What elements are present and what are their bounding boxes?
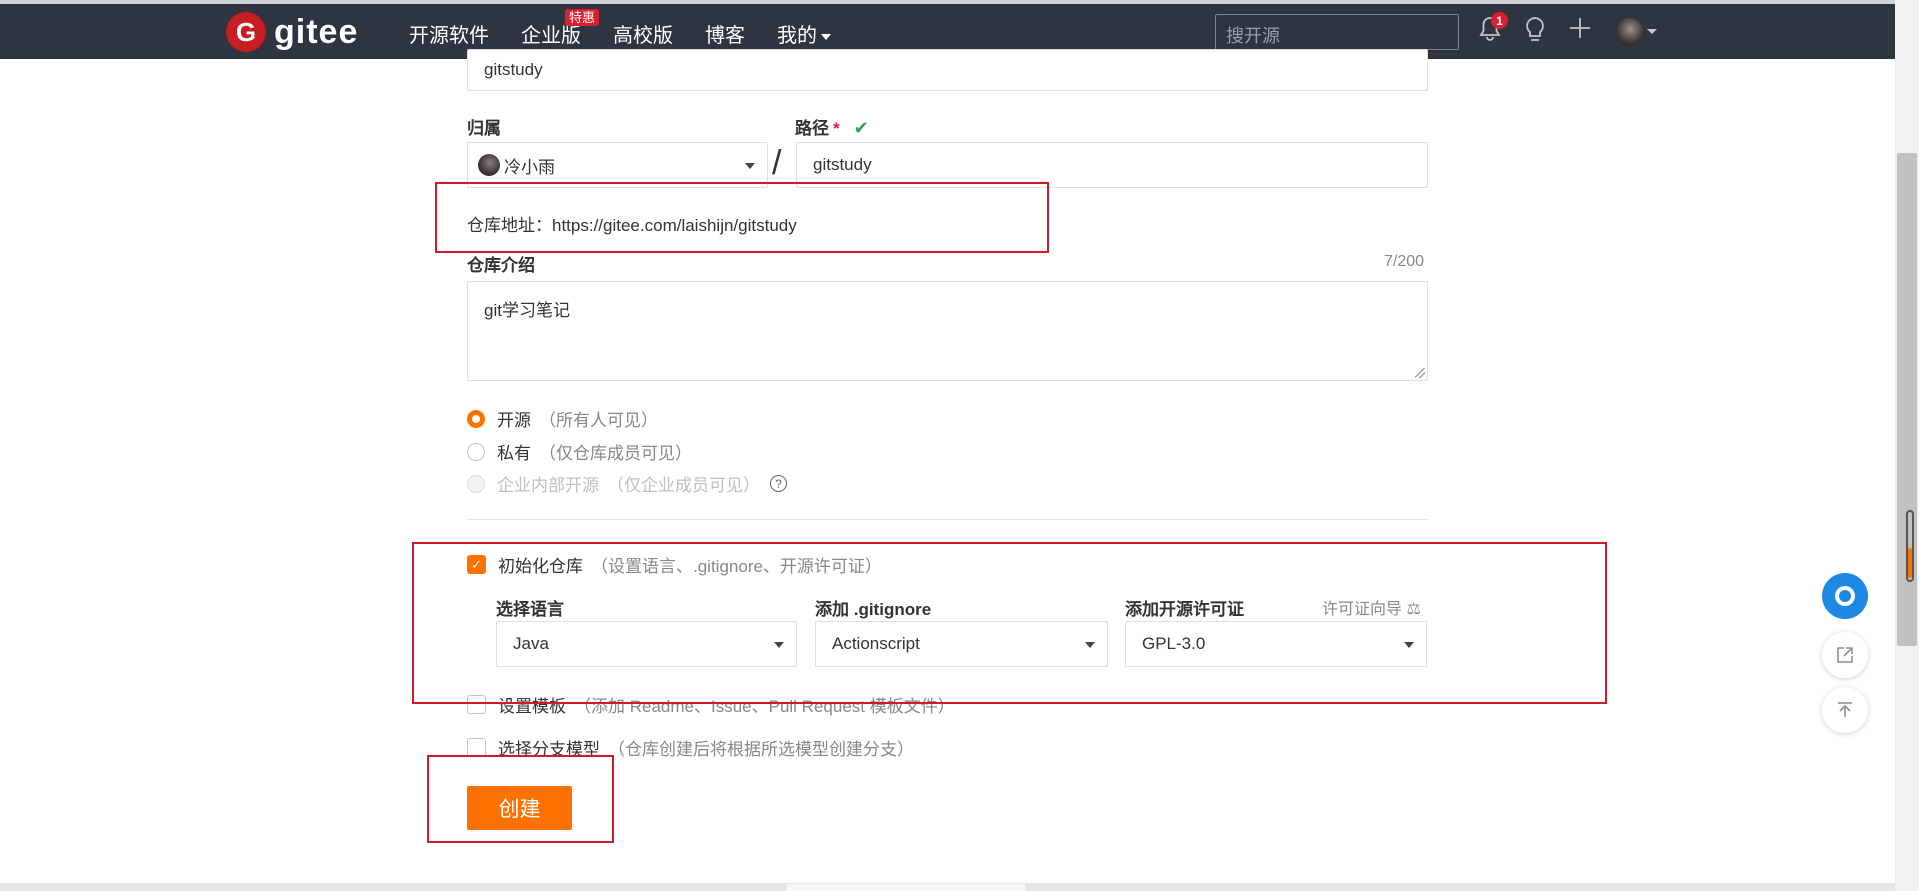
description-char-counter: 7/200 <box>1384 253 1425 270</box>
share-icon[interactable] <box>1822 632 1868 678</box>
notification-count-badge: 1 <box>1491 12 1508 29</box>
nav-item-enterprise[interactable]: 企业版 特惠 <box>521 9 600 48</box>
radio-button-disabled <box>467 474 485 493</box>
radio-button-selected[interactable] <box>467 409 485 428</box>
branch-model-checkbox-row[interactable]: 选择分支模型 （仓库创建后将根据所选模型创建分支） <box>467 735 914 760</box>
repo-url-text: 仓库地址：https://gitee.com/laishijn/gitstudy <box>467 216 797 235</box>
resize-handle[interactable] <box>1415 368 1425 378</box>
radio-private-label: 私有 <box>497 444 531 463</box>
gitignore-select-value: Actionscript <box>832 634 920 653</box>
create-button[interactable]: 创建 <box>467 786 572 830</box>
user-avatar[interactable] <box>1615 18 1643 46</box>
path-label-row: 路径 * ✔ <box>795 114 869 139</box>
radio-open-source-hint: （所有人可见） <box>539 411 658 430</box>
gitee-logo-icon: G <box>226 12 266 52</box>
owner-select[interactable]: 冷小雨 <box>467 142 768 188</box>
nav-item-education[interactable]: 高校版 <box>613 19 673 48</box>
nav-item-enterprise-label: 企业版 <box>521 25 581 47</box>
language-select[interactable]: Java <box>496 621 797 667</box>
nav-item-open-source[interactable]: 开源软件 <box>409 19 489 48</box>
radio-enterprise-internal: 企业内部开源 （仅企业成员可见） ? <box>467 471 787 496</box>
owner-avatar <box>478 154 500 176</box>
scroll-position-indicator <box>1908 548 1912 578</box>
chevron-down-icon[interactable] <box>1647 29 1657 34</box>
path-input[interactable]: gitstudy <box>796 142 1428 188</box>
checkbox-checked[interactable]: ✓ <box>467 555 486 574</box>
language-label: 选择语言 <box>496 600 564 619</box>
description-label: 仓库介绍 <box>467 256 535 275</box>
radio-open-source-label: 开源 <box>497 411 531 430</box>
chat-support-icon[interactable] <box>1822 573 1868 619</box>
lightbulb-icon[interactable] <box>1524 16 1546 51</box>
nav-item-mine-label: 我的 <box>777 25 817 47</box>
radio-private-hint: （仅仓库成员可见） <box>539 444 692 463</box>
path-label: 路径 <box>795 119 829 138</box>
init-repo-checkbox-row[interactable]: ✓ 初始化仓库 （设置语言、.gitignore、开源许可证） <box>467 552 882 577</box>
chevron-down-icon <box>1404 642 1414 648</box>
search-input[interactable]: 搜开源 <box>1215 14 1459 50</box>
template-checkbox-row[interactable]: 设置模板 （添加 Readme、Issue、Pull Request 模板文件） <box>467 692 955 717</box>
branch-model-hint: （仓库创建后将根据所选模型创建分支） <box>608 740 914 759</box>
owner-select-value: 冷小雨 <box>504 157 555 177</box>
license-select-value: GPL-3.0 <box>1142 634 1206 653</box>
radio-private[interactable]: 私有 （仅仓库成员可见） <box>467 439 692 464</box>
language-select-value: Java <box>513 634 549 653</box>
gitee-logo[interactable]: G gitee <box>226 12 358 52</box>
gitee-logo-text: gitee <box>274 12 359 51</box>
license-label: 添加开源许可证 <box>1125 600 1244 619</box>
section-divider <box>467 519 1428 520</box>
gitignore-label: 添加 .gitignore <box>815 600 932 619</box>
chevron-down-icon <box>1085 642 1095 648</box>
radio-open-source[interactable]: 开源 （所有人可见） <box>467 406 658 431</box>
check-icon: ✔ <box>853 118 869 138</box>
back-to-top-icon[interactable] <box>1822 687 1868 733</box>
window-top-edge <box>0 0 1895 4</box>
radio-button[interactable] <box>467 442 485 461</box>
chevron-down-icon <box>774 642 784 648</box>
nav-item-blog[interactable]: 博客 <box>705 19 745 48</box>
template-label: 设置模板 <box>498 697 566 716</box>
radio-enterprise-hint: （仅企业成员可见） <box>607 476 760 495</box>
license-guide-link[interactable]: 许可证向导 ⚖ <box>1322 595 1421 619</box>
init-repo-label: 初始化仓库 <box>498 557 583 576</box>
chevron-down-icon <box>821 33 831 40</box>
license-guide-label: 许可证向导 <box>1322 601 1403 618</box>
template-hint: （添加 Readme、Issue、Pull Request 模板文件） <box>574 697 955 716</box>
description-textarea[interactable]: git学习笔记 <box>467 281 1428 381</box>
path-separator: / <box>772 144 782 182</box>
repo-name-input[interactable]: gitstudy <box>467 49 1428 91</box>
required-asterisk: * <box>833 119 840 138</box>
checkbox[interactable] <box>467 695 486 714</box>
chevron-down-icon <box>745 163 755 169</box>
main-nav: 开源软件 企业版 特惠 高校版 博客 我的 <box>409 9 863 48</box>
promo-badge: 特惠 <box>565 9 600 26</box>
branch-model-label: 选择分支模型 <box>498 740 600 759</box>
plus-icon[interactable] <box>1568 16 1592 47</box>
radio-enterprise-label: 企业内部开源 <box>497 476 599 495</box>
nav-item-mine[interactable]: 我的 <box>777 19 831 48</box>
help-icon[interactable]: ? <box>770 475 787 492</box>
license-select[interactable]: GPL-3.0 <box>1125 621 1427 667</box>
description-text: git学习笔记 <box>484 301 570 320</box>
checkbox[interactable] <box>467 738 486 757</box>
horizontal-scroll-thumb[interactable] <box>787 884 1025 891</box>
owner-label: 归属 <box>467 119 501 138</box>
init-repo-hint: （设置语言、.gitignore、开源许可证） <box>591 557 882 576</box>
gitignore-select[interactable]: Actionscript <box>815 621 1108 667</box>
scale-icon: ⚖ <box>1406 601 1421 618</box>
